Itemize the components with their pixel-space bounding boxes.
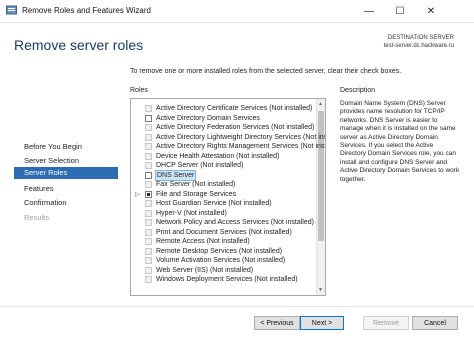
window-title: Remove Roles and Features Wizard [22, 6, 151, 15]
expand-arrow-icon[interactable]: ▷ [135, 191, 140, 198]
role-row[interactable]: Web Server (IIS) (Not installed) [131, 266, 317, 275]
role-checkbox [145, 257, 152, 264]
nav-item-features[interactable]: Features [24, 184, 54, 193]
server-manager-icon [6, 5, 17, 15]
remove-button: Remove [363, 316, 409, 330]
maximize-icon[interactable]: ☐ [385, 0, 415, 22]
role-row[interactable]: Active Directory Federation Services (No… [131, 123, 317, 132]
role-label: DHCP Server (Not installed) [156, 162, 244, 169]
role-row[interactable]: Print and Document Services (Not install… [131, 228, 317, 237]
role-checkbox [145, 209, 152, 217]
role-row[interactable]: ▷ File and Storage Services [131, 190, 317, 199]
role-row[interactable]: Host Guardian Service (Not installed) [131, 199, 317, 208]
role-checkbox [145, 219, 152, 226]
role-checkbox [145, 266, 152, 274]
role-label: Web Server (IIS) (Not installed) [156, 266, 254, 274]
role-label: Volume Activation Services (Not installe… [156, 257, 286, 264]
role-checkbox [145, 124, 152, 131]
destination-server-label: DESTINATION SERVER [387, 35, 454, 41]
role-label: Active Directory Domain Services [156, 114, 260, 122]
role-row[interactable]: Network Policy and Access Services (Not … [131, 218, 317, 227]
next-button[interactable]: Next > [300, 316, 344, 330]
destination-server-name: test-server.dc.hackware.ru [383, 43, 454, 49]
minimize-icon[interactable]: — [354, 0, 384, 22]
role-row[interactable]: Remote Access (Not installed) [131, 237, 317, 246]
role-checkbox [145, 105, 152, 112]
nav-item-results: Results [24, 213, 50, 222]
role-label: Print and Document Services (Not install… [156, 228, 292, 236]
role-label: Network Policy and Access Services (Not … [156, 219, 314, 226]
role-checkbox [145, 200, 152, 207]
role-checkbox [145, 152, 152, 160]
role-row[interactable]: Fax Server (Not installed) [131, 180, 317, 189]
role-checkbox[interactable] [145, 190, 152, 198]
role-row[interactable]: Active Directory Rights Management Servi… [131, 142, 325, 151]
role-label: File and Storage Services [156, 190, 237, 198]
role-checkbox [145, 181, 152, 188]
role-row[interactable]: Volume Activation Services (Not installe… [131, 256, 317, 265]
role-row[interactable]: Windows Deployment Services (Not install… [131, 275, 317, 284]
role-row[interactable]: DNS Server [131, 169, 317, 181]
scroll-down-icon[interactable]: ▼ [318, 287, 323, 293]
role-row[interactable]: Remote Desktop Services (Not installed) [131, 247, 317, 256]
role-label: Host Guardian Service (Not installed) [156, 200, 272, 207]
role-row[interactable]: Hyper-V (Not installed) [131, 209, 317, 218]
roles-tree-list[interactable]: ▲ ▼ Active Directory Certificate Service… [130, 98, 326, 296]
role-checkbox[interactable] [145, 114, 152, 122]
wizard-window: Remove Roles and Features Wizard — ☐ ✕ R… [0, 0, 474, 338]
role-row[interactable]: DHCP Server (Not installed) [131, 161, 317, 170]
role-label: Fax Server (Not installed) [156, 181, 236, 188]
roles-scrollbar[interactable]: ▲ ▼ [316, 99, 325, 295]
role-label: Active Directory Lightweight Directory S… [156, 133, 325, 141]
role-checkbox [145, 276, 152, 283]
role-checkbox [145, 238, 152, 245]
instruction-text: To remove one or more installed roles fr… [130, 68, 402, 75]
role-row[interactable]: Device Health Attestation (Not installed… [131, 152, 317, 161]
role-label: Active Directory Certificate Services (N… [156, 105, 313, 112]
role-row[interactable]: Active Directory Certificate Services (N… [131, 104, 317, 113]
title-bar[interactable]: Remove Roles and Features Wizard — ☐ ✕ [0, 0, 474, 23]
cancel-button[interactable]: Cancel [412, 316, 458, 330]
role-label: Remote Access (Not installed) [156, 238, 250, 245]
role-checkbox [145, 247, 152, 255]
nav-item-before-you-begin[interactable]: Before You Begin [24, 142, 82, 151]
scroll-up-icon[interactable]: ▲ [318, 101, 323, 107]
role-label: Windows Deployment Services (Not install… [156, 276, 298, 283]
nav-item-server-selection[interactable]: Server Selection [24, 156, 79, 165]
description-heading: Description [340, 87, 376, 94]
role-label: Active Directory Rights Management Servi… [156, 143, 326, 150]
roles-heading: Roles [130, 87, 148, 94]
role-checkbox [145, 162, 152, 169]
role-label: Device Health Attestation (Not installed… [156, 152, 280, 160]
role-checkbox[interactable] [145, 171, 152, 179]
role-label: DNS Server [154, 169, 197, 181]
nav-item-confirmation[interactable]: Confirmation [24, 198, 67, 207]
role-checkbox [145, 143, 152, 150]
close-icon[interactable]: ✕ [416, 0, 446, 22]
role-label: Active Directory Federation Services (No… [156, 124, 315, 131]
role-description: Domain Name System (DNS) Server provides… [340, 100, 460, 183]
nav-item-server-roles[interactable]: Server Roles [14, 167, 118, 179]
page-title: Remove server roles [14, 37, 144, 53]
footer-divider [0, 306, 474, 307]
role-row[interactable]: Active Directory Domain Services [131, 114, 317, 123]
role-checkbox [145, 133, 152, 141]
scroll-thumb[interactable] [318, 111, 324, 241]
role-checkbox [145, 228, 152, 236]
role-label: Hyper-V (Not installed) [156, 209, 227, 217]
role-label: Remote Desktop Services (Not installed) [156, 247, 283, 255]
previous-button[interactable]: < Previous [254, 316, 300, 330]
role-row[interactable]: Active Directory Lightweight Directory S… [131, 133, 325, 142]
